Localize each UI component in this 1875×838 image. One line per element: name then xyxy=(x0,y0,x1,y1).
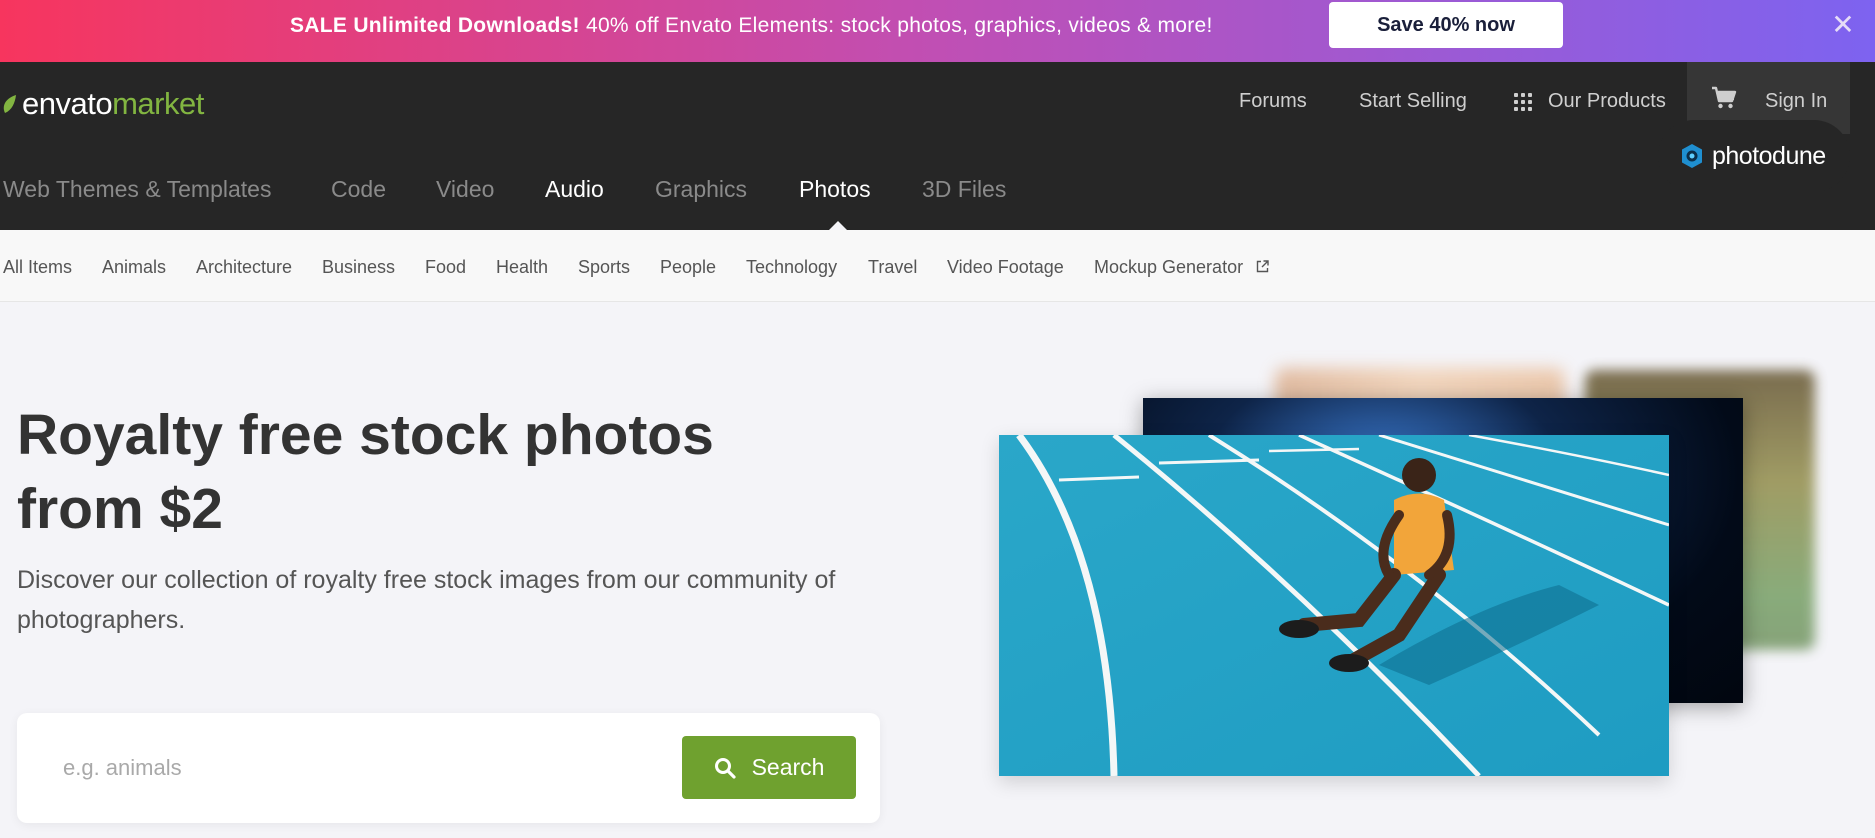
subnav-mockup-generator-label: Mockup Generator xyxy=(1094,257,1244,277)
grid-icon xyxy=(1514,92,1532,111)
logo-market-text: market xyxy=(112,86,204,121)
active-category-pointer xyxy=(829,221,847,230)
category-graphics[interactable]: Graphics xyxy=(655,176,747,203)
subnav-sports[interactable]: Sports xyxy=(578,257,630,278)
logo-envato-text: envato xyxy=(22,86,113,121)
category-code[interactable]: Code xyxy=(331,176,386,203)
promo-detail-text: 40% off Envato Elements: stock photos, g… xyxy=(579,14,1213,37)
photodune-badge[interactable]: photodune xyxy=(1658,120,1850,192)
sub-navigation: All Items Animals Architecture Business … xyxy=(0,230,1875,302)
photodune-label: photodune xyxy=(1712,141,1826,170)
subnav-animals[interactable]: Animals xyxy=(102,257,166,278)
runner-photo xyxy=(999,435,1669,776)
subnav-all-items[interactable]: All Items xyxy=(3,257,72,278)
nav-our-products-label: Our Products xyxy=(1548,90,1666,112)
cart-icon xyxy=(1712,86,1737,109)
subnav-health[interactable]: Health xyxy=(496,257,548,278)
promo-banner: SALE Unlimited Downloads! 40% off Envato… xyxy=(0,0,1875,62)
search-button[interactable]: Search xyxy=(682,736,856,799)
sign-in-label: Sign In xyxy=(1765,90,1828,112)
subnav-architecture[interactable]: Architecture xyxy=(196,257,292,278)
subnav-food[interactable]: Food xyxy=(425,257,466,278)
category-3d-files[interactable]: 3D Files xyxy=(922,176,1006,203)
promo-bold-text: SALE Unlimited Downloads! xyxy=(290,14,580,37)
subnav-video-footage[interactable]: Video Footage xyxy=(947,257,1064,278)
subnav-business[interactable]: Business xyxy=(322,257,395,278)
save-40-button[interactable]: Save 40% now xyxy=(1329,2,1563,48)
subnav-travel[interactable]: Travel xyxy=(868,257,917,278)
photodune-logo-icon xyxy=(1682,144,1702,168)
subnav-mockup-generator[interactable]: Mockup Generator xyxy=(1094,257,1269,278)
promo-text: SALE Unlimited Downloads! 40% off Envato… xyxy=(290,14,1213,38)
subnav-technology[interactable]: Technology xyxy=(746,257,837,278)
envato-market-logo[interactable]: envato market xyxy=(2,84,204,124)
nav-start-selling[interactable]: Start Selling xyxy=(1359,90,1467,113)
close-icon[interactable]: ✕ xyxy=(1830,10,1856,40)
hero-image-runner-on-track xyxy=(999,435,1669,776)
page-title: Royalty free stock photos from $2 xyxy=(17,403,714,541)
category-web-themes[interactable]: Web Themes & Templates xyxy=(3,176,271,203)
search-box: Search xyxy=(17,713,880,823)
external-link-icon xyxy=(1256,260,1269,273)
search-button-label: Search xyxy=(751,754,825,780)
nav-our-products[interactable]: Our Products xyxy=(1514,90,1666,113)
search-input[interactable] xyxy=(63,746,643,790)
category-audio[interactable]: Audio xyxy=(545,176,604,203)
nav-forums[interactable]: Forums xyxy=(1239,90,1307,113)
category-video[interactable]: Video xyxy=(436,176,494,203)
subnav-people[interactable]: People xyxy=(660,257,716,278)
leaf-icon xyxy=(3,95,16,113)
search-icon xyxy=(714,757,736,779)
page-subtitle: Discover our collection of royalty free … xyxy=(17,566,836,634)
category-photos[interactable]: Photos xyxy=(799,176,871,203)
site-header: envato market Forums Start Selling Our P… xyxy=(0,62,1875,230)
